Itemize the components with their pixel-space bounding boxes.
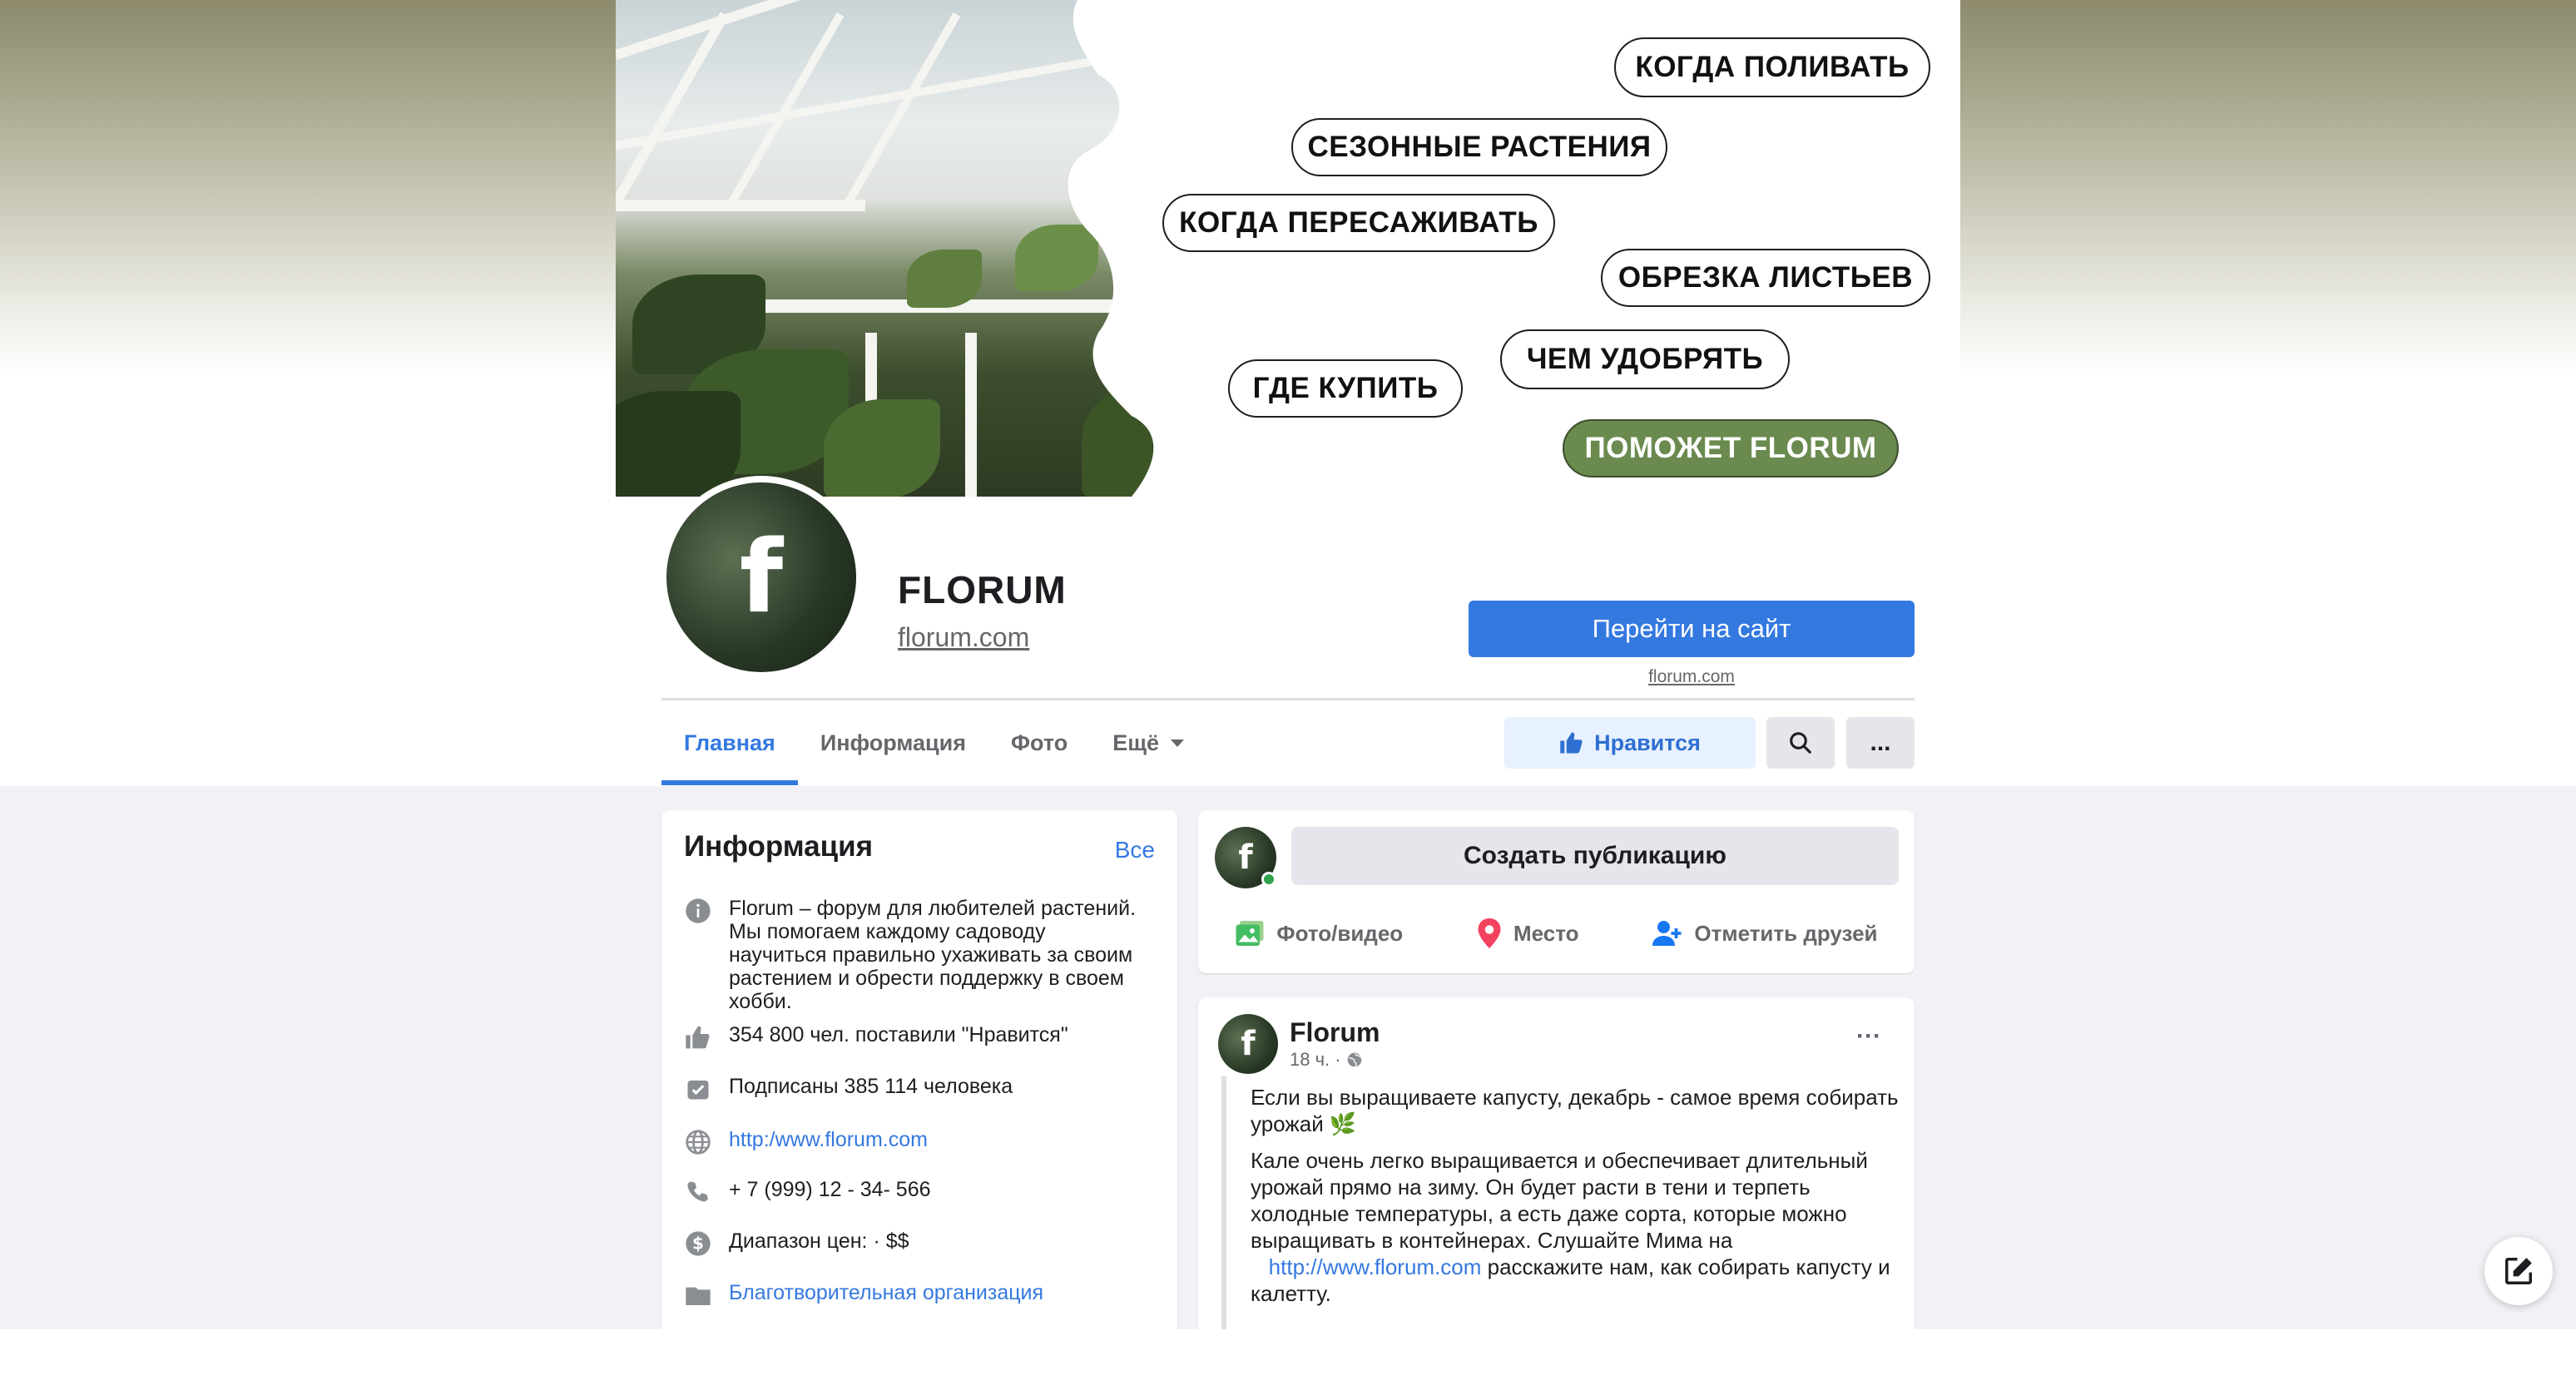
page-tabs: Главная Информация Фото Ещё (661, 700, 1206, 785)
edit-icon (2505, 1258, 2532, 1284)
post-paragraph-1: Если вы выращиваете капусту, декабрь - с… (1251, 1085, 1899, 1136)
dollar-icon: $ (684, 1229, 712, 1258)
thumbs-up-icon (1560, 732, 1583, 754)
info-price-row: $ Диапазон цен: · $$ (684, 1229, 909, 1258)
page-username-link[interactable]: florum.com (898, 622, 1029, 653)
info-price-text: Диапазон цен: · $$ (729, 1229, 909, 1253)
location-pin-icon (1478, 918, 1501, 948)
compose-message-button[interactable] (2484, 1237, 2553, 1305)
cover-pill-fertilize: ЧЕМ УДОБРЯТЬ (1500, 329, 1790, 389)
more-options-button[interactable]: ... (1846, 717, 1915, 769)
page: КОГДА ПОЛИВАТЬ СЕЗОННЫЕ РАСТЕНИЯ КОГДА П… (0, 0, 2576, 1329)
info-phone-row: + 7 (999) 12 - 34- 566 (684, 1178, 931, 1206)
info-icon (684, 897, 712, 925)
tab-home[interactable]: Главная (661, 700, 798, 785)
page-title: FLORUM (898, 568, 1067, 611)
cover-image: КОГДА ПОЛИВАТЬ СЕЗОННЫЕ РАСТЕНИЯ КОГДА П… (616, 0, 1960, 497)
post-link[interactable]: http://www.florum.com (1269, 1254, 1482, 1279)
create-post-button[interactable]: Создать публикацию (1291, 827, 1899, 885)
post-text-before-link: Кале очень легко выращивается и обеспечи… (1251, 1148, 1868, 1253)
site-caption-link[interactable]: florum.com (1469, 667, 1915, 687)
profile-avatar[interactable]: f (660, 476, 863, 679)
info-category-row: Благотворительная организация (684, 1281, 1043, 1309)
tab-home-label: Главная (684, 730, 775, 755)
photo-video-label: Фото/видео (1276, 920, 1404, 946)
avatar-logo: f (666, 482, 856, 672)
place-button[interactable]: Место (1477, 918, 1579, 948)
go-to-site-button[interactable]: Перейти на сайт (1469, 601, 1915, 657)
like-label: Нравится (1594, 730, 1701, 755)
post-body: Если вы выращиваете капусту, декабрь - с… (1251, 1084, 1900, 1317)
info-about-row: Florum – форум для любителей растений. М… (684, 897, 1150, 1013)
tab-photos-label: Фото (1011, 730, 1068, 755)
caret-down-icon (1171, 739, 1185, 747)
globe-icon (1347, 1052, 1362, 1067)
photo-video-button[interactable]: Фото/видео (1235, 919, 1403, 947)
tab-info-label: Информация (820, 730, 967, 755)
info-about-text: Florum – форум для любителей растений. М… (729, 897, 1137, 1013)
info-category-link[interactable]: Благотворительная организация (729, 1281, 1043, 1304)
thumbs-up-icon (684, 1023, 712, 1051)
post-avatar-logo: f (1241, 1025, 1256, 1063)
phone-icon (684, 1178, 712, 1206)
tag-friends-label: Отметить друзей (1694, 920, 1878, 946)
cover-pill-seasonal: СЕЗОННЫЕ РАСТЕНИЯ (1291, 118, 1667, 176)
post-quote-bar (1221, 1076, 1226, 1329)
post-time[interactable]: 18 ч. · (1290, 1049, 1341, 1071)
info-website-row: http:/www.florum.com (684, 1128, 928, 1156)
cover-pill-pruning: ОБРЕЗКА ЛИСТЬЕВ (1601, 249, 1930, 307)
tab-more[interactable]: Ещё (1090, 700, 1206, 785)
post-options-button[interactable]: ··· (1856, 1022, 1881, 1051)
info-title: Информация (684, 830, 874, 863)
post-meta: 18 ч. · (1290, 1049, 1363, 1071)
photo-icon (1236, 921, 1264, 946)
post-paragraph-2: Кале очень легко выращивается и обеспечи… (1251, 1147, 1900, 1307)
info-likes-row: 354 800 чел. поставили "Нравится" (684, 1023, 1068, 1051)
tab-more-label: Ещё (1112, 730, 1160, 755)
create-post-actions: Фото/видео Место Отметить друзей (1198, 893, 1915, 973)
cover-pill-repotting: КОГДА ПЕРЕСАЖИВАТЬ (1162, 194, 1555, 252)
info-card: Информация Все Florum – форум для любите… (661, 810, 1177, 1329)
category-icon (684, 1281, 712, 1309)
post-author-name[interactable]: Florum (1290, 1017, 1380, 1048)
info-website-link[interactable]: http:/www.florum.com (729, 1128, 928, 1151)
globe-icon (684, 1128, 712, 1156)
tag-friends-button[interactable]: Отметить друзей (1652, 919, 1878, 947)
info-see-all-link[interactable]: Все (1115, 837, 1155, 863)
search-icon (1790, 732, 1811, 754)
place-label: Место (1513, 920, 1579, 946)
create-avatar: f (1215, 827, 1276, 888)
info-followers-text: Подписаны 385 114 человека (729, 1075, 1013, 1098)
post-avatar[interactable]: f (1218, 1014, 1278, 1074)
tab-info[interactable]: Информация (798, 700, 988, 785)
cover-pill-watering: КОГДА ПОЛИВАТЬ (1614, 37, 1930, 97)
like-button[interactable]: Нравится (1504, 717, 1756, 769)
info-phone-text: + 7 (999) 12 - 34- 566 (729, 1178, 931, 1201)
search-button[interactable] (1766, 717, 1835, 769)
info-likes-text: 354 800 чел. поставили "Нравится" (729, 1023, 1068, 1046)
tag-friends-icon (1652, 921, 1682, 946)
more-dots-icon: ... (1870, 729, 1891, 756)
cover-pill-florum-helps: ПОМОЖЕТ FLORUM (1563, 419, 1899, 477)
info-followers-row: Подписаны 385 114 человека (684, 1075, 1013, 1103)
followers-check-icon (684, 1075, 712, 1103)
create-post-card: f Создать публикацию Фото/видео Место От… (1198, 810, 1915, 973)
post-card: f Florum 18 ч. · ··· Если вы выращиваете… (1198, 997, 1915, 1329)
online-status-dot (1261, 872, 1276, 887)
svg-text:$: $ (692, 1234, 704, 1254)
create-avatar-logo: f (1238, 838, 1253, 877)
cover-pill-where-buy: ГДЕ КУПИТЬ (1228, 359, 1463, 418)
bottom-area (0, 1329, 2576, 1395)
tab-photos[interactable]: Фото (988, 700, 1090, 785)
